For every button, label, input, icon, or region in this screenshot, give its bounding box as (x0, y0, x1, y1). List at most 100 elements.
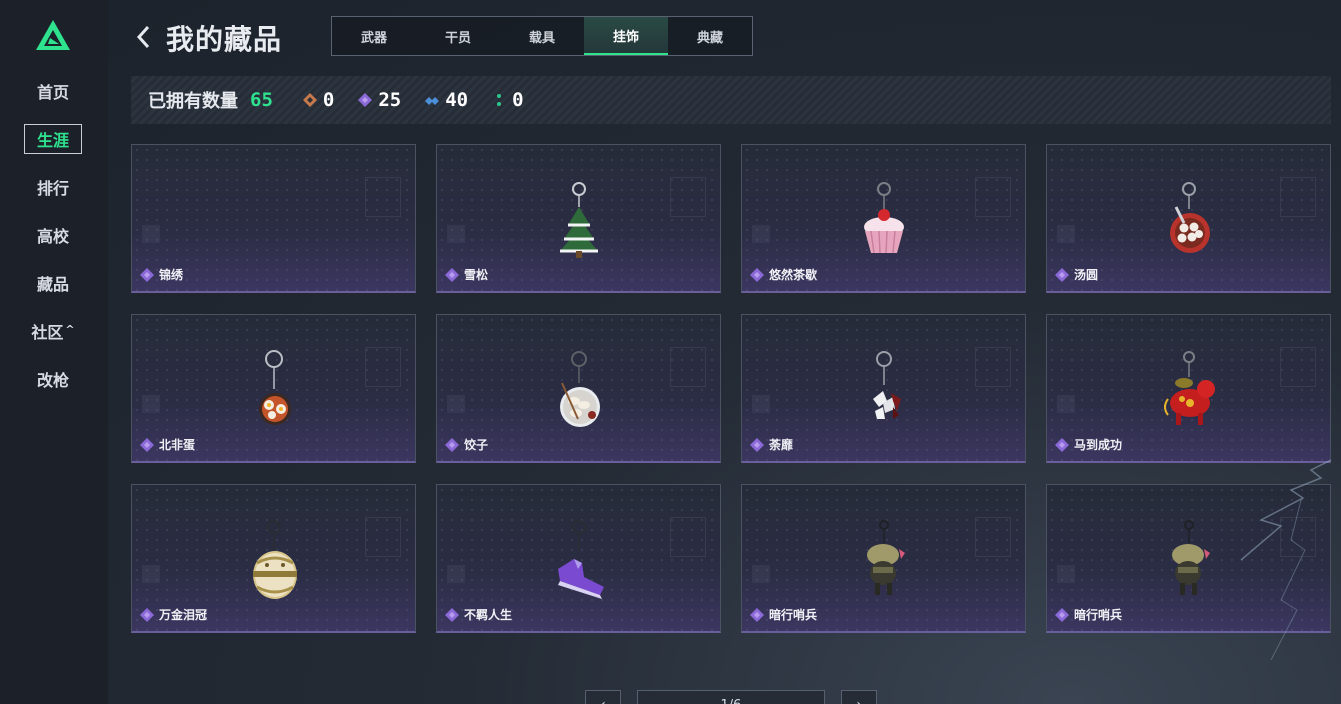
category-tabs: 武器 干员 载具 挂饰 典藏 (331, 16, 753, 56)
rarity-count-value: 40 (445, 89, 469, 111)
charm-name-row: 饺子 (445, 436, 488, 453)
sidebar-item-home[interactable]: 首页 (24, 76, 82, 106)
sidebar-item-collection[interactable]: 藏品 (24, 268, 82, 298)
sidebar: 首页 生涯 排行 高校 藏品 社区 ^ 改枪 (0, 0, 108, 704)
tab-vehicles[interactable]: 载具 (500, 17, 584, 55)
card-decoration (142, 225, 160, 243)
purple-diamond-icon (140, 607, 154, 622)
charm-card[interactable]: 北非蛋 (131, 314, 416, 463)
prev-page-button[interactable]: ‹ (585, 690, 621, 704)
charm-name: 锦绣 (159, 268, 184, 282)
charm-card[interactable]: 汤圆 (1046, 144, 1331, 293)
charm-name: 万金泪冠 (159, 608, 208, 622)
charm-name-row: 万金泪冠 (140, 606, 207, 623)
sidebar-item-career[interactable]: 生涯 (24, 124, 82, 154)
chevron-up-icon: ^ (65, 323, 75, 336)
purple-sneaker-charm-icon (557, 520, 604, 599)
dumpling-plate-charm-icon (559, 351, 600, 427)
lightning-decoration (1240, 459, 1332, 660)
charm-name: 暗行哨兵 (1074, 608, 1123, 622)
charm-name: 暗行哨兵 (769, 608, 818, 622)
card-decoration (1280, 177, 1316, 217)
purple-diamond-icon (750, 607, 764, 622)
purple-diamond-icon (445, 607, 459, 622)
next-page-button[interactable]: › (841, 690, 877, 704)
sidebar-item-label: 首页 (36, 83, 69, 102)
card-decoration (1057, 395, 1075, 413)
charm-name: 北非蛋 (159, 438, 196, 452)
rarity-count-purple: 25 (358, 89, 401, 111)
charm-name-row: 暗行哨兵 (1055, 606, 1122, 623)
purple-diamond-icon (358, 93, 373, 107)
card-decoration (975, 517, 1011, 557)
chevron-left-icon: ‹ (600, 697, 606, 704)
sidebar-item-label: 生涯 (36, 131, 69, 150)
purple-diamond-icon (445, 267, 459, 282)
charm-name: 汤圆 (1074, 268, 1099, 282)
charm-card[interactable]: 荼靡 (741, 314, 1026, 463)
owned-count-total: 65 (250, 89, 273, 111)
charm-card[interactable]: 悠然茶歇 (741, 144, 1026, 293)
card-decoration (447, 565, 465, 583)
card-decoration (752, 395, 770, 413)
card-decoration (447, 395, 465, 413)
sidebar-item-university[interactable]: 高校 (24, 220, 82, 250)
chevron-right-icon: › (856, 697, 862, 704)
page-title: 我的藏品 (166, 23, 283, 56)
sidebar-item-gunsmith[interactable]: 改枪 (24, 364, 82, 394)
purple-diamond-icon (750, 267, 764, 282)
charm-name-row: 暗行哨兵 (750, 606, 817, 623)
charm-card[interactable]: 雪松 (436, 144, 721, 293)
card-decoration (975, 177, 1011, 217)
card-decoration (1057, 225, 1075, 243)
card-decoration (752, 565, 770, 583)
shakshuka-pan-charm-icon (258, 350, 291, 425)
red-horse-charm-icon (1163, 351, 1215, 425)
charm-name-row: 不羁人生 (445, 606, 512, 623)
charm-card[interactable]: 锦绣 (131, 144, 416, 293)
tab-charms[interactable]: 挂饰 (584, 17, 668, 55)
sidebar-item-label: 排行 (36, 179, 69, 198)
charm-card[interactable]: 万金泪冠 (131, 484, 416, 633)
card-decoration (365, 177, 401, 217)
tab-operators[interactable]: 干员 (416, 17, 500, 55)
rarity-count-value: 0 (512, 89, 524, 111)
sidebar-item-ranking[interactable]: 排行 (24, 172, 82, 202)
card-decoration (1280, 347, 1316, 387)
charm-name: 荼靡 (769, 438, 794, 452)
purple-diamond-icon (1055, 437, 1069, 452)
charm-card[interactable]: 饺子 (436, 314, 721, 463)
owned-count-label: 已拥有数量 (148, 91, 238, 112)
charm-name-row: 悠然茶歇 (750, 266, 817, 283)
charm-name-row: 北非蛋 (140, 436, 195, 453)
purple-diamond-icon (140, 267, 154, 282)
charm-card[interactable]: 暗行哨兵 (741, 484, 1026, 633)
charm-name: 马到成功 (1074, 438, 1123, 452)
sidebar-item-label: 高校 (36, 227, 69, 246)
orange-diamond-icon (302, 93, 317, 107)
sidebar-item-label: 社区 (31, 323, 64, 342)
tab-collector[interactable]: 典藏 (668, 17, 752, 55)
sidebar-item-community[interactable]: 社区 ^ (24, 316, 82, 346)
rarity-count-blue: 40 (425, 89, 468, 111)
charm-name: 雪松 (464, 268, 489, 282)
back-chevron-icon[interactable] (134, 24, 154, 50)
purple-diamond-icon (1055, 607, 1069, 622)
camo-frog-soldier-charm-icon (1171, 520, 1210, 595)
purple-diamond-icon (445, 437, 459, 452)
charm-card[interactable]: 不羁人生 (436, 484, 721, 633)
blue-diamond-icon (425, 97, 440, 105)
purple-diamond-icon (750, 437, 764, 452)
charm-name-row: 马到成功 (1055, 436, 1122, 453)
card-decoration (142, 565, 160, 583)
rarity-count-orange: 0 (302, 89, 334, 111)
card-decoration (752, 225, 770, 243)
tangyuan-bowl-charm-icon (1169, 182, 1210, 253)
charm-name: 悠然茶歇 (769, 268, 818, 282)
gold-egg-charm-icon (252, 520, 297, 599)
tab-weapons[interactable]: 武器 (332, 17, 416, 55)
app-logo[interactable] (35, 19, 71, 51)
card-decoration (1057, 565, 1075, 583)
card-decoration (670, 177, 706, 217)
charm-name-row: 汤圆 (1055, 266, 1098, 283)
